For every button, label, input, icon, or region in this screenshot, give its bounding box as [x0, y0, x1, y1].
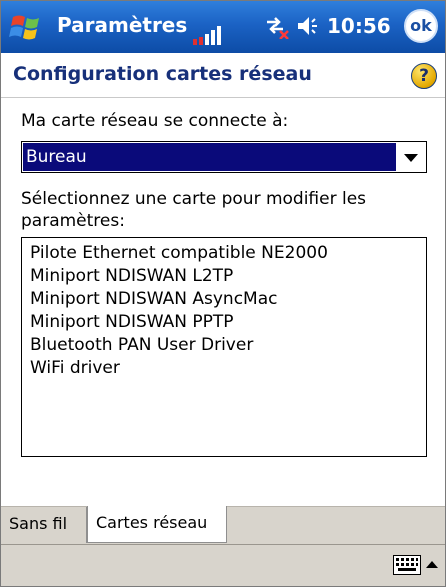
list-item[interactable]: Miniport NDISWAN AsyncMac	[22, 288, 426, 311]
list-item[interactable]: Miniport NDISWAN PPTP	[22, 311, 426, 334]
signal-bars-icon	[193, 25, 223, 45]
list-item[interactable]: Bluetooth PAN User Driver	[22, 334, 426, 357]
dropdown-selected-value: Bureau	[23, 143, 396, 171]
page-title: Configuration cartes réseau	[13, 63, 312, 85]
clock[interactable]: 10:56	[327, 14, 391, 38]
pocketpc-window: Paramètres 10:56 ok Configuration cartes…	[0, 0, 446, 587]
connectivity-icon[interactable]	[263, 13, 289, 40]
windows-flag-icon[interactable]	[9, 9, 45, 45]
tab-cartes-reseau[interactable]: Cartes réseau	[87, 506, 227, 543]
list-item[interactable]: Miniport NDISWAN L2TP	[22, 265, 426, 288]
tab-strip: Sans fil Cartes réseau	[1, 506, 445, 545]
chevron-down-icon[interactable]	[404, 154, 418, 162]
connect-label: Ma carte réseau se connecte à:	[21, 111, 289, 131]
tab-sans-fil[interactable]: Sans fil	[1, 507, 87, 543]
menu-bar	[1, 544, 445, 586]
app-title: Paramètres	[57, 13, 188, 37]
select-adapter-label-line1: Sélectionnez une carte pour modifier les	[21, 189, 367, 209]
sip-up-arrow-icon[interactable]	[423, 553, 441, 577]
adapter-list[interactable]: Pilote Ethernet compatible NE2000 Minipo…	[21, 237, 427, 457]
list-item[interactable]: Pilote Ethernet compatible NE2000	[22, 242, 426, 265]
network-connect-dropdown[interactable]: Bureau	[21, 141, 427, 173]
ok-button[interactable]: ok	[404, 9, 438, 43]
help-icon[interactable]: ?	[411, 63, 437, 89]
select-adapter-label-line2: paramètres:	[21, 211, 125, 231]
volume-icon[interactable]	[295, 13, 321, 39]
title-bar: Paramètres 10:56 ok	[1, 1, 445, 53]
list-item[interactable]: WiFi driver	[22, 357, 426, 380]
keyboard-icon[interactable]	[393, 555, 421, 575]
page-header: Configuration cartes réseau ?	[1, 53, 445, 98]
